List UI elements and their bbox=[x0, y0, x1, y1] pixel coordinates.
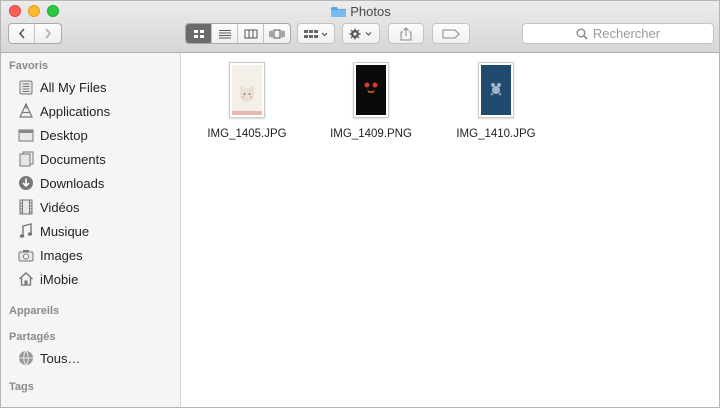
desktop-icon bbox=[17, 127, 35, 143]
column-view-icon bbox=[244, 29, 257, 38]
file-item[interactable]: IMG_1405.JPG bbox=[192, 62, 302, 140]
sidebar-item-all-my-files[interactable]: All My Files bbox=[17, 77, 106, 97]
file-name: IMG_1410.JPG bbox=[456, 128, 536, 140]
sidebar-item-label: Applications bbox=[40, 103, 111, 119]
sidebar-item-downloads[interactable]: Downloads bbox=[17, 173, 104, 193]
window-title: Photos bbox=[1, 4, 719, 21]
sidebar-item-documents[interactable]: Documents bbox=[17, 149, 106, 169]
file-thumbnail bbox=[478, 62, 514, 118]
arrange-button[interactable] bbox=[297, 23, 335, 44]
home-icon bbox=[17, 271, 35, 287]
sidebar-item-label: Vidéos bbox=[40, 199, 80, 215]
icon-view-icon bbox=[193, 29, 204, 38]
blue-pattern-thumbnail-icon bbox=[481, 65, 511, 115]
music-icon bbox=[17, 223, 35, 239]
downloads-icon bbox=[17, 175, 35, 191]
sidebar-item-label: Desktop bbox=[40, 127, 88, 143]
file-name: IMG_1409.PNG bbox=[330, 128, 412, 140]
view-icons-button[interactable] bbox=[186, 24, 212, 43]
back-forward-control bbox=[8, 23, 62, 44]
sidebar-item-label: Images bbox=[40, 247, 83, 263]
documents-icon bbox=[17, 151, 35, 167]
file-item[interactable]: IMG_1409.PNG bbox=[316, 62, 426, 140]
back-button[interactable] bbox=[9, 24, 35, 43]
file-item[interactable]: IMG_1410.JPG bbox=[441, 62, 551, 140]
folder-icon bbox=[331, 6, 347, 21]
finder-window: Photos Rechercher Favoris All My Files A… bbox=[0, 0, 720, 408]
sidebar-item-images[interactable]: Images bbox=[17, 245, 83, 265]
sidebar-item-shared-all[interactable]: Tous… bbox=[17, 348, 80, 368]
file-browser: IMG_1405.JPG IMG_1409.PNG IMG_1410.JPG bbox=[182, 53, 719, 407]
sidebar-item-label: Musique bbox=[40, 223, 90, 239]
view-coverflow-button[interactable] bbox=[264, 24, 290, 43]
chevron-left-icon bbox=[18, 28, 25, 39]
view-columns-button[interactable] bbox=[238, 24, 264, 43]
arrange-icon bbox=[304, 29, 328, 38]
share-button[interactable] bbox=[388, 23, 424, 44]
coverflow-view-icon bbox=[269, 29, 285, 38]
gear-icon bbox=[349, 28, 372, 39]
sidebar-item-label: Downloads bbox=[40, 175, 105, 191]
sidebar-item-label: iMobie bbox=[40, 271, 79, 287]
network-icon bbox=[17, 350, 35, 366]
sidebar-item-label: Tous… bbox=[40, 350, 81, 366]
camera-icon bbox=[17, 247, 35, 263]
favorites-heading: Favoris bbox=[9, 60, 49, 72]
tags-button[interactable] bbox=[432, 23, 470, 44]
share-icon bbox=[400, 26, 412, 40]
sidebar-item-label: All My Files bbox=[40, 79, 107, 95]
window-title-text: Photos bbox=[350, 4, 391, 19]
file-thumbnail bbox=[353, 62, 389, 118]
toolbar: Photos Rechercher bbox=[1, 1, 719, 53]
all-files-icon bbox=[17, 79, 35, 95]
sidebar-item-music[interactable]: Musique bbox=[17, 221, 89, 241]
list-view-icon bbox=[218, 29, 231, 38]
shared-heading: Partagés bbox=[9, 331, 56, 343]
sidebar: Favoris All My Files Applications Deskto… bbox=[1, 53, 181, 407]
mickey-thumbnail-icon bbox=[356, 65, 386, 115]
sidebar-item-videos[interactable]: Vidéos bbox=[17, 197, 80, 217]
action-button[interactable] bbox=[342, 23, 380, 44]
tags-heading: Tags bbox=[9, 381, 34, 393]
search-placeholder: Rechercher bbox=[592, 26, 661, 41]
sidebar-item-label: Documents bbox=[40, 151, 106, 167]
search-icon bbox=[576, 28, 588, 40]
forward-button[interactable] bbox=[35, 24, 61, 43]
file-thumbnail bbox=[229, 62, 265, 118]
teddy-bear-thumbnail-icon bbox=[232, 65, 262, 115]
tag-icon bbox=[442, 29, 460, 38]
applications-icon bbox=[17, 103, 35, 119]
sidebar-item-applications[interactable]: Applications bbox=[17, 101, 110, 121]
view-list-button[interactable] bbox=[212, 24, 238, 43]
devices-heading: Appareils bbox=[9, 305, 60, 317]
chevron-right-icon bbox=[45, 28, 52, 39]
sidebar-item-imobie[interactable]: iMobie bbox=[17, 269, 78, 289]
view-mode-control bbox=[185, 23, 291, 44]
search-field[interactable]: Rechercher bbox=[522, 23, 714, 44]
sidebar-item-desktop[interactable]: Desktop bbox=[17, 125, 88, 145]
film-icon bbox=[17, 199, 35, 215]
file-name: IMG_1405.JPG bbox=[207, 128, 287, 140]
